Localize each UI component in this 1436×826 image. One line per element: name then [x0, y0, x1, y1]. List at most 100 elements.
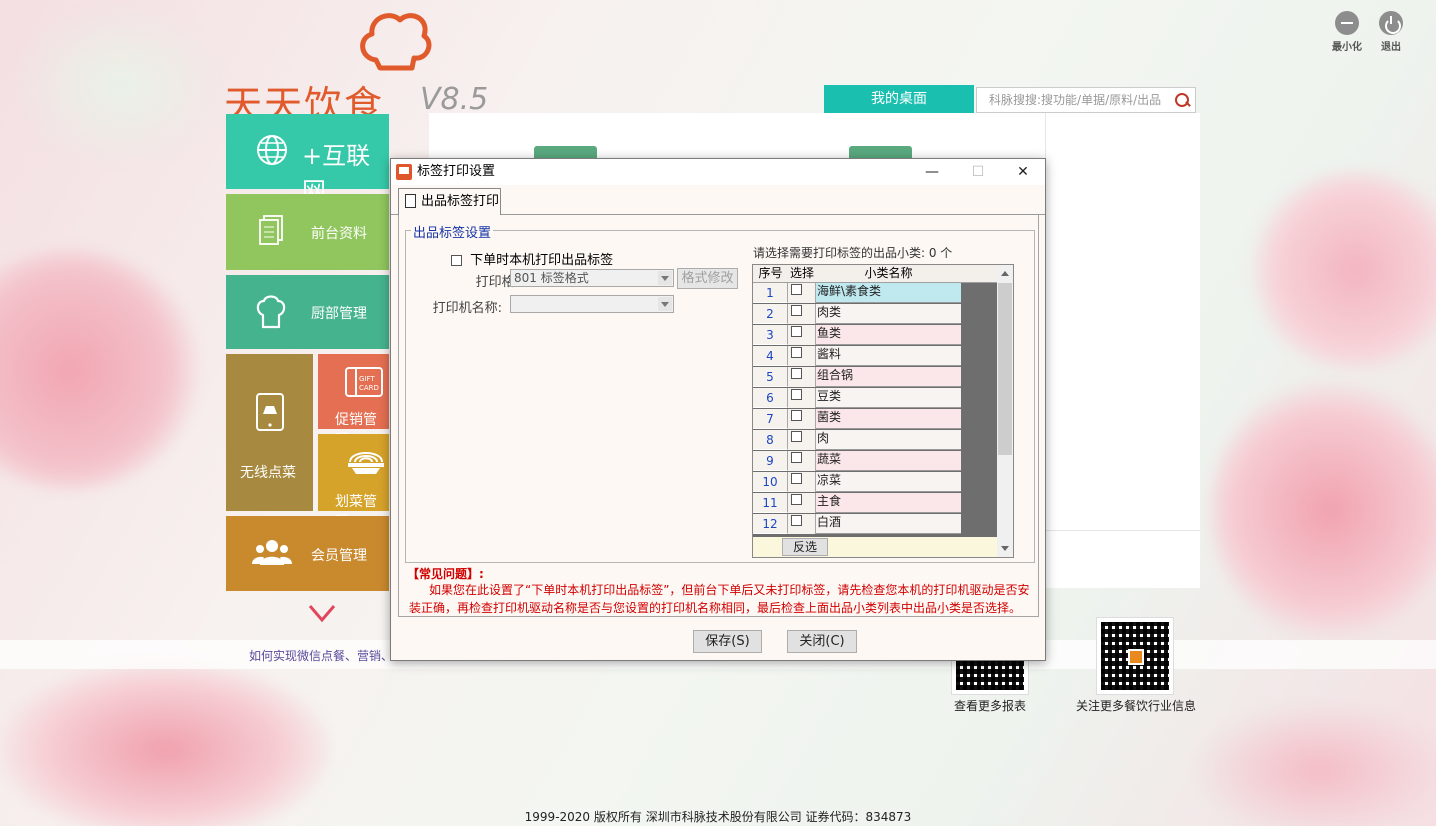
checkbox[interactable] [791, 410, 802, 421]
printer-select[interactable] [510, 295, 674, 313]
row-select[interactable] [788, 514, 816, 534]
tile-wireless-order[interactable]: 无线点菜 [226, 354, 313, 511]
table-row[interactable]: 7 菌类 [753, 409, 961, 430]
checkbox[interactable] [791, 326, 802, 337]
divider [1045, 530, 1200, 531]
table-row[interactable]: 11 主食 [753, 493, 961, 514]
shortcut-icon-placeholder[interactable] [849, 146, 912, 158]
format-select[interactable]: 801 标签格式 [510, 269, 674, 287]
table-row[interactable]: 3 鱼类 [753, 325, 961, 346]
grid-footer: 反选 [753, 537, 997, 557]
row-select[interactable] [788, 346, 816, 366]
tab-label: 出品标签打印 [421, 194, 500, 209]
users-icon [252, 540, 292, 565]
tablet-icon [256, 393, 284, 431]
invert-selection-button[interactable]: 反选 [782, 538, 828, 556]
row-name: 酱料 [816, 346, 961, 366]
checkbox[interactable] [791, 368, 802, 379]
news-link[interactable]: 如何实现微信点餐、营销、 [249, 647, 393, 664]
exit-app-button[interactable]: 退出 [1371, 11, 1411, 53]
dialog-minimize-button[interactable]: — [909, 159, 955, 185]
search-input[interactable]: 科脉搜搜:搜功能/单据/原料/出品 [976, 87, 1196, 113]
row-select[interactable] [788, 472, 816, 492]
checkbox[interactable] [791, 515, 802, 526]
chevron-down-icon[interactable] [307, 601, 337, 625]
scrollbar-thumb[interactable] [998, 283, 1012, 455]
minimize-app-button[interactable]: 最小化 [1327, 11, 1367, 53]
chevron-down-icon [658, 297, 672, 311]
checkbox[interactable] [791, 431, 802, 442]
table-row[interactable]: 8肉 [753, 430, 961, 451]
table-row[interactable]: 4 酱料 [753, 346, 961, 367]
background-flower [1250, 170, 1436, 370]
document-icon [405, 194, 416, 208]
row-select[interactable] [788, 451, 816, 471]
tile-front-data[interactable]: 前台资料 [226, 194, 389, 270]
scroll-up-icon[interactable] [1001, 271, 1009, 276]
row-select[interactable] [788, 493, 816, 513]
row-select[interactable] [788, 409, 816, 429]
chef-hat-icon [256, 295, 286, 329]
checkbox[interactable] [791, 473, 802, 484]
tile-label: 厨部管理 [311, 306, 367, 322]
row-seq: 11 [753, 493, 788, 513]
gift-card-icon: GIFTCARD [345, 367, 383, 397]
col-header-select[interactable]: 选择 [788, 265, 816, 283]
globe-icon [257, 135, 287, 165]
row-select[interactable] [788, 430, 816, 450]
col-header-name[interactable]: 小类名称 [816, 265, 961, 283]
tile-internet[interactable]: +互联网 [226, 114, 389, 205]
background-flower [1210, 380, 1436, 640]
col-header-blank [961, 265, 997, 283]
checkbox[interactable] [791, 347, 802, 358]
row-name: 豆类 [816, 388, 961, 408]
row-select[interactable] [788, 325, 816, 345]
label-print-settings-dialog: 标签打印设置 — ☐ ✕ 出品标签打印 下单时本机打印出品标签 打印格式: 80… [390, 158, 1046, 661]
checkbox[interactable] [791, 284, 802, 295]
row-name: 海鲜\素食类 [816, 283, 961, 303]
dialog-titlebar[interactable]: 标签打印设置 — ☐ ✕ [391, 159, 1045, 185]
table-row[interactable]: 9 蔬菜 [753, 451, 961, 472]
row-select[interactable] [788, 388, 816, 408]
table-row[interactable]: 6 豆类 [753, 388, 961, 409]
save-button[interactable]: 保存(S) [693, 630, 762, 653]
table-row[interactable]: 5 组合锅 [753, 367, 961, 388]
table-row[interactable]: 1 海鲜\素食类 [753, 283, 961, 304]
row-select[interactable] [788, 304, 816, 324]
search-icon[interactable] [1173, 91, 1191, 109]
tile-member[interactable]: 会员管理 [226, 516, 389, 591]
table-row[interactable]: 2 肉类 [753, 304, 961, 325]
noodle-bowl-icon [348, 452, 384, 474]
dialog-close-button[interactable]: ✕ [1000, 159, 1046, 185]
checkbox[interactable] [791, 494, 802, 505]
faq-body: 如果您在此设置了“下单时本机打印出品标签”，但前台下单后又未打印标签，请先检查您… [409, 583, 1030, 615]
tile-dish-marking[interactable]: 划菜管理 [318, 434, 389, 530]
table-row[interactable]: 12 白酒 [753, 514, 961, 535]
checkbox[interactable] [791, 389, 802, 400]
shortcut-icon-placeholder[interactable] [534, 146, 597, 158]
print-on-order-checkbox[interactable]: 下单时本机打印出品标签 [451, 249, 613, 268]
background-leaf [10, 0, 230, 170]
format-edit-button[interactable]: 格式修改 [677, 268, 738, 289]
row-select[interactable] [788, 367, 816, 387]
row-select[interactable] [788, 283, 816, 303]
tile-promotion[interactable]: GIFTCARD 促销管理 [318, 354, 389, 448]
table-row[interactable]: 10 凉菜 [753, 472, 961, 493]
tab-product-label-print[interactable]: 出品标签打印 [398, 188, 501, 215]
close-button[interactable]: 关闭(C) [787, 630, 857, 653]
checkbox[interactable] [451, 255, 462, 266]
tile-kitchen[interactable]: 厨部管理 [226, 275, 389, 349]
checkbox[interactable] [791, 305, 802, 316]
format-value: 801 标签格式 [514, 271, 589, 285]
row-seq: 1 [753, 283, 788, 303]
row-seq: 4 [753, 346, 788, 366]
checkbox[interactable] [791, 452, 802, 463]
tab-my-desktop[interactable]: 我的桌面 [824, 85, 974, 113]
scroll-down-icon[interactable] [1001, 546, 1009, 551]
col-header-seq[interactable]: 序号 [753, 265, 788, 283]
grid-scrollbar[interactable] [997, 265, 1013, 557]
exit-label: 退出 [1381, 42, 1401, 53]
dialog-maximize-button[interactable]: ☐ [955, 159, 1001, 185]
documents-icon [259, 215, 283, 245]
row-name: 主食 [816, 493, 961, 513]
